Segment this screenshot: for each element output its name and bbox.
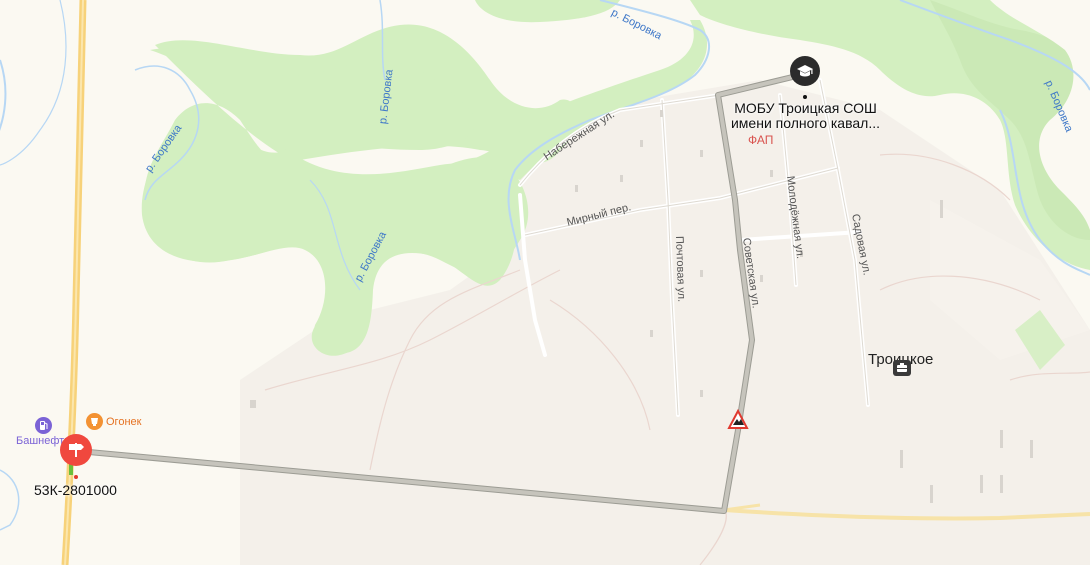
school-label[interactable]: МОБУ Троицкая СОШ имени полного кавал... [728, 101, 883, 131]
fap-label[interactable]: ФАП [748, 133, 773, 147]
briefcase-icon [893, 360, 911, 376]
gas-pump-icon [35, 417, 52, 434]
map-base-layer [0, 0, 1090, 565]
cafe-pin[interactable] [86, 413, 103, 430]
graduation-cap-icon [790, 56, 820, 86]
cafe-label[interactable]: Огонек [106, 416, 141, 428]
map-canvas[interactable]: р. Боровка р. Боровка р. Боровка р. Боро… [0, 0, 1090, 565]
forest-top [475, 0, 620, 23]
school-pin[interactable] [789, 55, 821, 87]
river-line-1 [0, 59, 7, 131]
street-label-pochtovaya: Почтовая ул. [673, 235, 688, 303]
road-code-label[interactable]: 53К-2801000 [34, 482, 117, 498]
signpost-icon [60, 434, 92, 479]
river-line-9 [0, 469, 20, 531]
river-line-2 [0, 0, 67, 166]
cup-icon [86, 413, 103, 430]
settlement-badge[interactable] [893, 360, 911, 376]
fuel-pin[interactable] [35, 417, 52, 434]
school-dot [803, 95, 807, 99]
start-pin[interactable] [59, 433, 95, 479]
